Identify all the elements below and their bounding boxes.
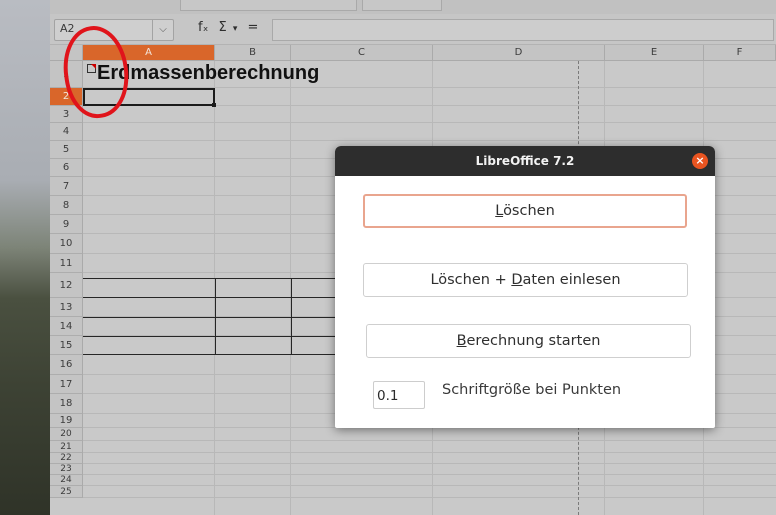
row-header-13[interactable]: 13: [50, 298, 83, 317]
row-header-8[interactable]: 8: [50, 196, 83, 215]
formula-icon[interactable]: =: [248, 20, 259, 35]
toolbar-control[interactable]: [180, 0, 357, 11]
formula-bar: A2 ⌵ fₓ Σ ▾ =: [50, 14, 776, 45]
desktop-wallpaper: [0, 0, 50, 515]
column-header-f[interactable]: F: [704, 45, 776, 61]
sum-dropdown-icon[interactable]: ▾: [233, 24, 238, 34]
table-border: [291, 278, 292, 355]
row-header-11[interactable]: 11: [50, 254, 83, 273]
delete-load-mnemonic: D: [511, 272, 523, 288]
row-header-12[interactable]: 12: [50, 273, 83, 298]
toolbar-control[interactable]: [362, 0, 442, 11]
row-header-16[interactable]: 16: [50, 355, 83, 375]
row-header-15[interactable]: 15: [50, 336, 83, 355]
row-header-20[interactable]: 20: [50, 428, 83, 441]
dialog-titlebar: LibreOffice 7.2 ×: [335, 146, 715, 176]
close-icon[interactable]: ×: [692, 153, 708, 169]
macro-dialog: LibreOffice 7.2 × Löschen Löschen + Date…: [335, 146, 715, 428]
row-header-10[interactable]: 10: [50, 234, 83, 254]
row-header-24[interactable]: 24: [50, 475, 83, 486]
dialog-title: LibreOffice 7.2: [475, 154, 575, 168]
font-size-input[interactable]: 0.1: [373, 381, 425, 409]
formula-input[interactable]: [272, 19, 774, 41]
row-header-9[interactable]: 9: [50, 215, 83, 234]
toolbar-remnant: [50, 0, 776, 14]
row-gridline: [83, 485, 776, 486]
row-header-14[interactable]: 14: [50, 317, 83, 336]
delete-load-label-pre: Löschen +: [430, 272, 512, 288]
row-header-22[interactable]: 22: [50, 453, 83, 464]
row-gridline: [83, 140, 776, 141]
row-gridline: [83, 474, 776, 475]
column-header-c[interactable]: C: [291, 45, 433, 61]
autofill-handle[interactable]: [212, 103, 216, 107]
delete-button-mnemonic: L: [495, 203, 504, 219]
row-header-5[interactable]: 5: [50, 141, 83, 159]
name-box-value: A2: [60, 22, 75, 35]
row-header-7[interactable]: 7: [50, 177, 83, 196]
calc-label-post: erechnung starten: [466, 333, 601, 349]
column-header-d[interactable]: D: [433, 45, 605, 61]
table-border: [215, 278, 216, 355]
column-header-e[interactable]: E: [605, 45, 704, 61]
row-header-25[interactable]: 25: [50, 486, 83, 498]
row-gridline: [83, 497, 776, 498]
delete-and-load-button[interactable]: Löschen + Daten einlesen: [363, 263, 688, 297]
row-header-17[interactable]: 17: [50, 375, 83, 394]
formula-icons: fₓ Σ ▾ =: [198, 20, 264, 35]
chevron-down-icon[interactable]: ⌵: [152, 20, 173, 40]
row-header-21[interactable]: 21: [50, 441, 83, 453]
row-header-18[interactable]: 18: [50, 394, 83, 414]
delete-button[interactable]: Löschen: [363, 194, 687, 228]
function-wizard-icon[interactable]: fₓ: [198, 20, 208, 35]
calc-mnemonic: B: [456, 333, 467, 349]
row-gridline: [83, 122, 776, 123]
sum-icon[interactable]: Σ: [219, 20, 227, 35]
delete-button-label-post: öschen: [503, 203, 555, 219]
row-gridline: [83, 463, 776, 464]
row-gridline: [83, 452, 776, 453]
cell-a1-title[interactable]: Erdmassenberechnung: [97, 62, 319, 85]
column-header-b[interactable]: B: [215, 45, 291, 61]
delete-load-label-post: aten einlesen: [522, 272, 621, 288]
row-header-6[interactable]: 6: [50, 159, 83, 177]
row-header-23[interactable]: 23: [50, 464, 83, 475]
font-size-label: Schriftgröße bei Punkten: [442, 382, 622, 398]
row-header-19[interactable]: 19: [50, 414, 83, 428]
start-calculation-button[interactable]: Berechnung starten: [366, 324, 691, 358]
row-header-4[interactable]: 4: [50, 123, 83, 141]
row-gridline: [83, 440, 776, 441]
